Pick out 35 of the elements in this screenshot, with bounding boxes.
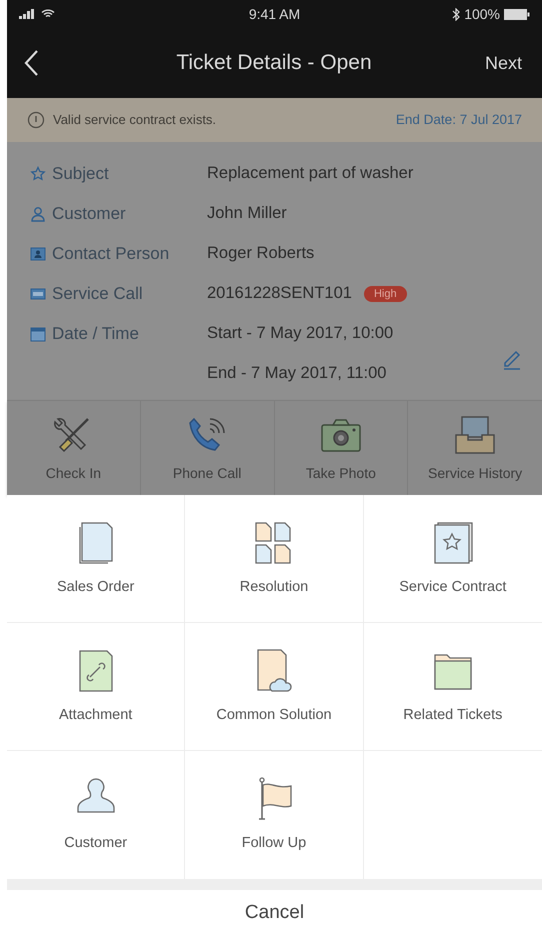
menu-item[interactable]: Sales Order: [7, 495, 186, 624]
detail-value: John Miller: [207, 203, 287, 224]
calendar-icon: [30, 326, 46, 342]
contact-card-icon: [30, 246, 46, 262]
back-icon: [23, 49, 39, 77]
detail-value: Replacement part of washer: [207, 163, 414, 184]
banner-message: Valid service contract exists.: [53, 111, 216, 130]
battery-percentage: 100%: [464, 4, 500, 24]
menu-item[interactable]: Resolution: [185, 495, 364, 624]
menu-item[interactable]: Attachment: [7, 623, 186, 752]
detail-label: Date / Time: [52, 323, 139, 346]
bluetooth-icon: [452, 8, 460, 20]
detail-value: End - 7 May 2017, 11:00: [207, 363, 386, 384]
detail-value: Roger Roberts: [207, 243, 314, 264]
next-button[interactable]: Next: [484, 50, 526, 76]
screen-title: Ticket Details - Open: [176, 50, 372, 76]
info-icon: [27, 110, 45, 129]
detail-label: Contact Person: [52, 243, 170, 266]
id-card-icon: [30, 286, 46, 302]
detail-value: 20161228SENT101: [207, 283, 352, 304]
battery-icon: [504, 8, 530, 20]
person-icon: [30, 206, 46, 222]
detail-label: Service Call: [52, 283, 143, 306]
detail-label: Customer: [52, 203, 126, 226]
priority-badge: High: [364, 286, 407, 302]
signal-icon: [19, 9, 37, 19]
detail-value: Start - 7 May 2017, 10:00: [207, 323, 394, 344]
menu-item[interactable]: Common Solution: [185, 623, 364, 752]
detail-label: Subject: [52, 163, 109, 186]
star-icon: [30, 166, 46, 182]
menu-item[interactable]: Service Contract: [364, 495, 542, 624]
wifi-icon: [41, 9, 55, 19]
contract-end-date: End Date: 7 Jul 2017: [396, 110, 522, 129]
status-time: 9:41 AM: [248, 4, 300, 24]
menu-item[interactable]: Related Tickets: [364, 623, 542, 752]
